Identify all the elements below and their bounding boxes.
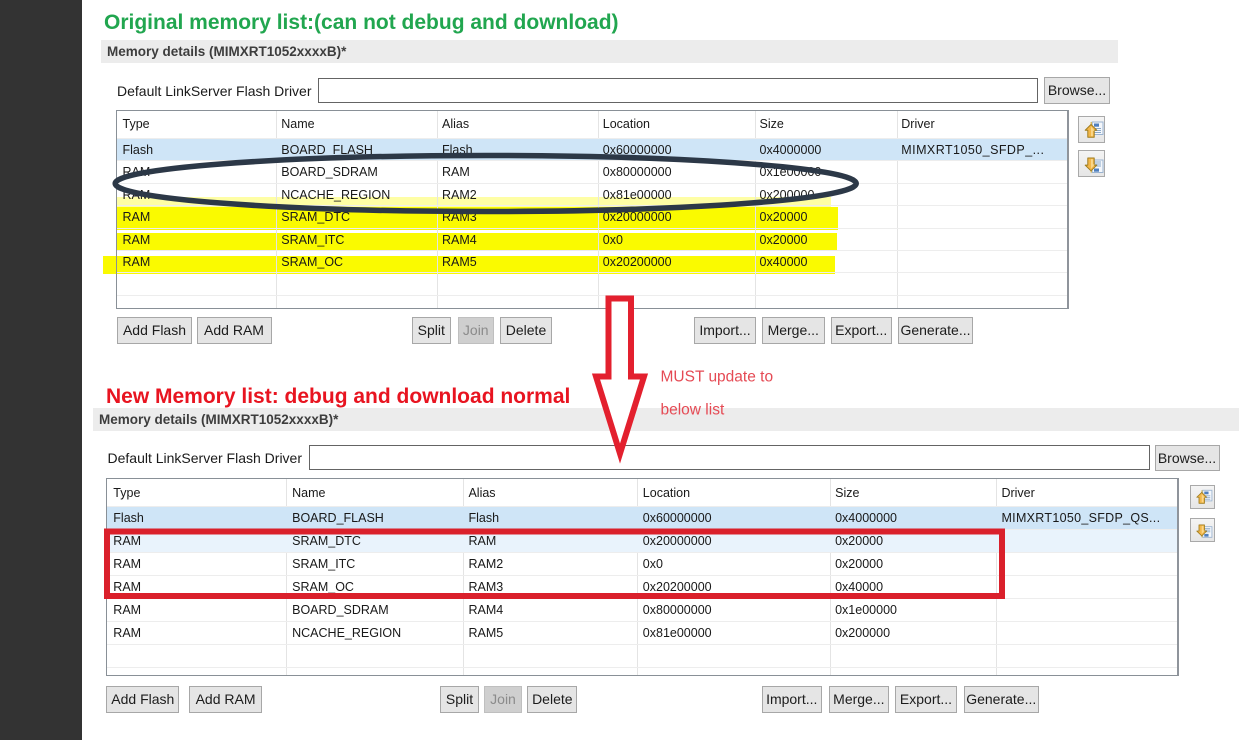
svg-text:MUST update to: MUST update to (661, 369, 774, 386)
